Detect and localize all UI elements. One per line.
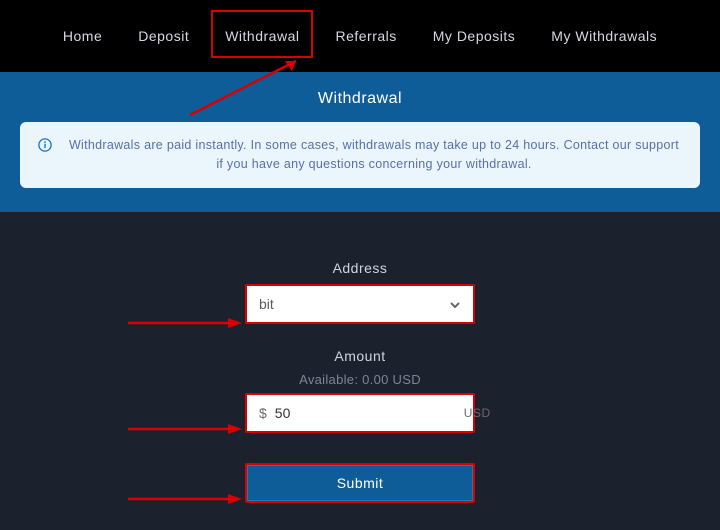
top-nav: Home Deposit Withdrawal Referrals My Dep… <box>0 0 720 72</box>
address-selected-value: bit <box>259 296 274 312</box>
nav-my-deposits[interactable]: My Deposits <box>429 20 520 52</box>
available-balance: Available: 0.00 USD <box>299 372 421 387</box>
notice-box: Withdrawals are paid instantly. In some … <box>20 122 700 188</box>
amount-input[interactable] <box>275 405 456 421</box>
chevron-down-icon <box>449 298 461 310</box>
nav-referrals[interactable]: Referrals <box>331 20 400 52</box>
currency-prefix: $ <box>259 405 267 421</box>
amount-field-wrap: $ USD <box>245 393 475 433</box>
withdrawal-form: Address bit Amount Available: 0.00 USD $… <box>0 212 720 503</box>
page-banner: Withdrawal Withdrawals are paid instantl… <box>0 72 720 212</box>
info-icon <box>38 138 52 155</box>
currency-suffix: USD <box>464 406 491 420</box>
amount-label: Amount <box>334 348 385 364</box>
submit-button[interactable]: Submit <box>247 465 473 501</box>
annotation-highlight-submit: Submit <box>245 463 475 503</box>
nav-deposit[interactable]: Deposit <box>134 20 193 52</box>
nav-my-withdrawals[interactable]: My Withdrawals <box>547 20 661 52</box>
notice-text: Withdrawals are paid instantly. In some … <box>66 136 682 174</box>
nav-home[interactable]: Home <box>59 20 106 52</box>
nav-withdrawal[interactable]: Withdrawal <box>221 20 303 52</box>
page-title: Withdrawal <box>20 90 700 108</box>
address-label: Address <box>333 260 388 276</box>
address-select[interactable]: bit <box>245 284 475 324</box>
